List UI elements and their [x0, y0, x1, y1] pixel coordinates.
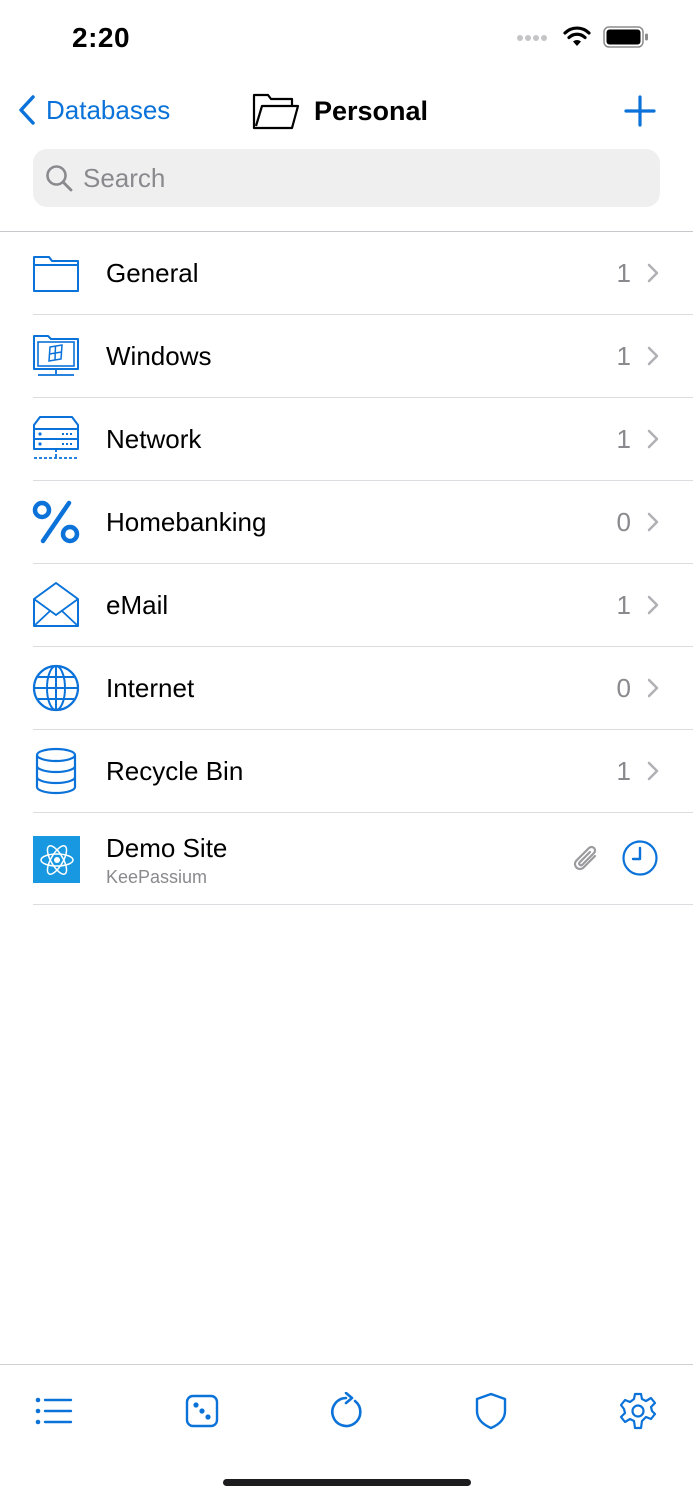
group-label: Internet — [106, 673, 195, 703]
search-input[interactable] — [83, 162, 623, 194]
status-time: 2:20 — [72, 22, 131, 53]
group-label: Windows — [106, 341, 212, 371]
folder-open-icon — [252, 93, 300, 130]
group-list: General 1 Windows 1 Network 1 Homebankin… — [0, 232, 693, 905]
chevron-right-icon — [647, 263, 659, 283]
group-label: Recycle Bin — [106, 756, 244, 786]
security-button[interactable] — [471, 1391, 511, 1431]
group-count: 0 — [616, 673, 631, 703]
search-bar[interactable] — [33, 149, 660, 207]
dice-icon — [185, 1394, 219, 1428]
envelope-icon — [32, 581, 80, 629]
battery-icon — [603, 26, 648, 48]
windows-computer-icon — [32, 332, 80, 380]
globe-icon — [32, 664, 80, 712]
search-icon — [46, 165, 73, 192]
chevron-right-icon — [647, 595, 659, 615]
plus-icon — [624, 95, 656, 127]
group-row-recycle-bin[interactable]: Recycle Bin 1 — [0, 730, 693, 813]
group-row-homebanking[interactable]: Homebanking 0 — [0, 481, 693, 564]
clock-icon — [622, 840, 658, 876]
chevron-right-icon — [647, 512, 659, 532]
group-count: 1 — [616, 341, 631, 371]
chevron-right-icon — [647, 429, 659, 449]
group-label: eMail — [106, 590, 169, 620]
back-button[interactable]: Databases — [18, 94, 170, 126]
group-row-general[interactable]: General 1 — [0, 232, 693, 315]
percent-icon — [32, 498, 80, 546]
add-button[interactable] — [623, 94, 657, 133]
gear-icon — [619, 1392, 657, 1430]
status-bar: 2:20 — [0, 0, 693, 80]
chevron-right-icon — [647, 346, 659, 366]
navigation-bar: Databases Personal — [0, 80, 693, 146]
nav-title: Personal — [252, 92, 428, 130]
group-row-windows[interactable]: Windows 1 — [0, 315, 693, 398]
list-button[interactable] — [34, 1391, 74, 1431]
group-count: 1 — [616, 590, 631, 620]
reload-button[interactable] — [326, 1391, 366, 1431]
group-row-internet[interactable]: Internet 0 — [0, 647, 693, 730]
group-count: 0 — [616, 507, 631, 537]
database-icon — [32, 747, 80, 795]
group-count: 1 — [616, 258, 631, 288]
status-icons — [517, 26, 649, 48]
signal-icon — [517, 35, 547, 41]
home-indicator — [223, 1479, 471, 1486]
refresh-icon — [331, 1392, 362, 1428]
wifi-icon — [563, 26, 591, 46]
entry-row-demo-site[interactable]: Demo Site KeePassium — [0, 813, 693, 905]
shield-icon — [475, 1392, 507, 1430]
list-icon — [35, 1397, 73, 1425]
chevron-left-icon — [19, 95, 35, 125]
group-label: Network — [106, 424, 202, 454]
group-count: 1 — [616, 756, 631, 786]
password-generator-button[interactable] — [182, 1391, 222, 1431]
atom-icon — [33, 836, 80, 883]
group-label: Homebanking — [106, 507, 267, 537]
entry-subtitle: KeePassium — [106, 867, 208, 887]
group-count: 1 — [616, 424, 631, 454]
chevron-right-icon — [647, 761, 659, 781]
folder-icon — [32, 249, 80, 297]
entry-title: Demo Site — [106, 833, 228, 863]
group-label: General — [106, 258, 199, 288]
network-server-icon — [32, 415, 80, 463]
group-row-email[interactable]: eMail 1 — [0, 564, 693, 647]
settings-button[interactable] — [618, 1391, 658, 1431]
chevron-right-icon — [647, 678, 659, 698]
group-row-network[interactable]: Network 1 — [0, 398, 693, 481]
paperclip-icon — [573, 845, 597, 871]
back-button-label: Databases — [46, 94, 171, 125]
page-title: Personal — [314, 95, 429, 126]
